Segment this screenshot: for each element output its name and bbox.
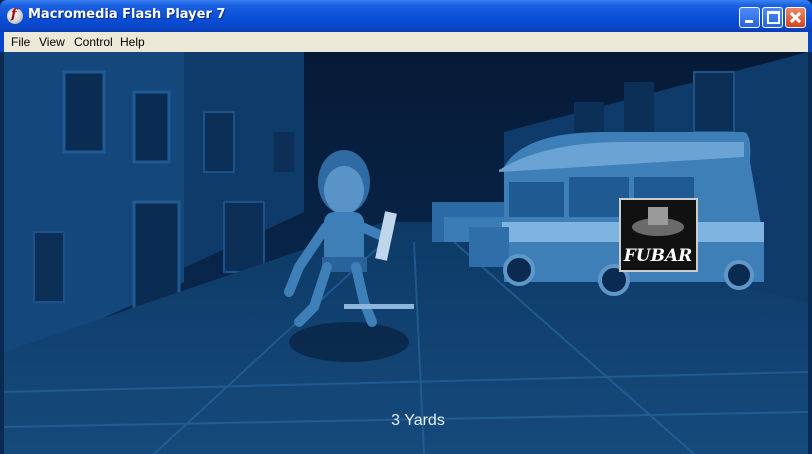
menu-view[interactable]: View	[39, 35, 65, 49]
close-button[interactable]	[785, 7, 806, 28]
maximize-button[interactable]	[762, 7, 783, 28]
flash-player-icon	[7, 7, 23, 24]
minimize-button[interactable]	[739, 7, 760, 28]
svg-text:FUBAR: FUBAR	[623, 246, 693, 266]
game-stage[interactable]: FUBAR 3 Yards	[4, 52, 808, 454]
menu-help[interactable]: Help	[120, 35, 145, 49]
menu-control[interactable]: Control	[74, 35, 113, 49]
fubar-logo: FUBAR	[619, 198, 698, 272]
menu-bar: File View Control Help	[0, 32, 812, 52]
yards-counter: 3 Yards	[391, 412, 445, 429]
menu-file[interactable]: File	[11, 35, 30, 49]
title-bar[interactable]: Macromedia Flash Player 7	[0, 0, 812, 32]
window-title: Macromedia Flash Player 7	[28, 7, 226, 22]
street-scene: FUBAR	[4, 52, 808, 454]
bus	[469, 132, 764, 296]
